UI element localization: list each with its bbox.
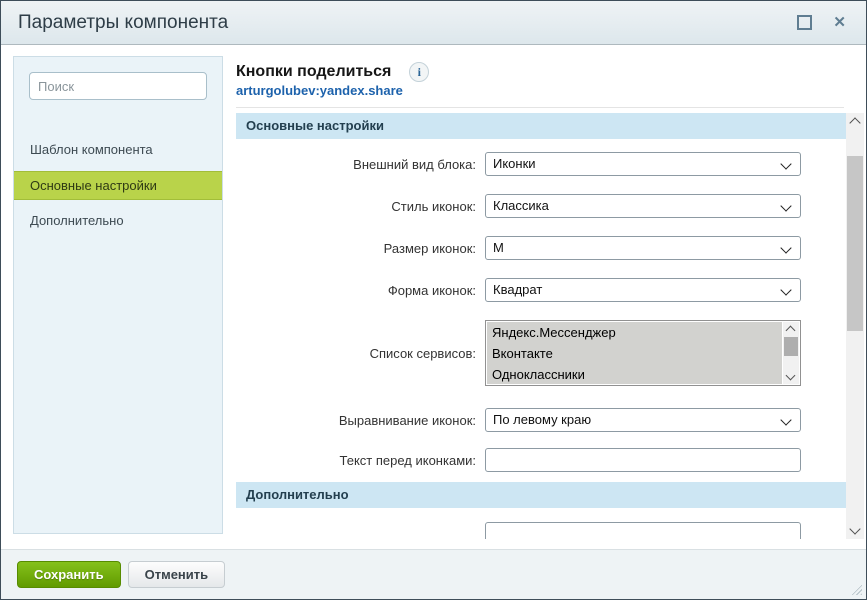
select-value: M	[493, 240, 504, 255]
sidebar-item-label: Основные настройки	[30, 178, 157, 193]
section-header-additional: Дополнительно	[236, 482, 846, 508]
field-label: Текст перед иконками:	[236, 453, 485, 468]
dialog-footer: Сохранить Отменить	[1, 549, 866, 599]
form-row: Стиль иконок: Классика	[236, 194, 846, 218]
sidebar-item-label: Дополнительно	[30, 213, 124, 228]
dialog-content: Шаблон компонента Основные настройки Доп…	[1, 46, 866, 599]
sidebar-item-label: Шаблон компонента	[30, 142, 153, 157]
window-controls: ✕	[797, 15, 846, 30]
maximize-icon[interactable]	[797, 15, 812, 30]
form-row: Список сервисов: Яндекс.Мессенджер Вконт…	[236, 320, 846, 386]
field-label: Форма иконок:	[236, 283, 485, 298]
sidebar-item-main-settings[interactable]: Основные настройки	[14, 171, 222, 200]
scroll-down-icon[interactable]	[786, 371, 796, 381]
scroll-up-icon[interactable]	[786, 326, 796, 336]
info-icon[interactable]: i	[409, 62, 429, 82]
icon-alignment-select[interactable]: По левому краю	[485, 408, 801, 432]
component-parameters-dialog: Параметры компонента ✕ Шаблон компонента…	[0, 0, 867, 600]
dialog-title: Параметры компонента	[18, 12, 228, 34]
page-header: Кнопки поделиться i	[236, 46, 866, 82]
chevron-down-icon	[780, 158, 791, 169]
settings-scrollbar[interactable]	[846, 113, 864, 539]
field-label: Выравнивание иконок:	[236, 413, 485, 428]
scroll-down-icon[interactable]	[849, 523, 860, 534]
chevron-down-icon	[780, 200, 791, 211]
chevron-down-icon	[780, 284, 791, 295]
page-title: Кнопки поделиться	[236, 62, 391, 82]
sidebar: Шаблон компонента Основные настройки Доп…	[13, 56, 223, 534]
sidebar-item-additional[interactable]: Дополнительно	[14, 207, 222, 235]
form-row: Внешний вид блока: Иконки	[236, 152, 846, 176]
form-row: Размер иконок: M	[236, 236, 846, 260]
listbox-scrollbar[interactable]	[783, 322, 799, 384]
save-button[interactable]: Сохранить	[17, 561, 121, 588]
section-header-main: Основные настройки	[236, 113, 846, 139]
icon-style-select[interactable]: Классика	[485, 194, 801, 218]
listbox-option[interactable]: Вконтакте	[487, 343, 782, 364]
field-label: Размер иконок:	[236, 241, 485, 256]
dialog-titlebar: Параметры компонента ✕	[1, 1, 866, 45]
section-title: Основные настройки	[246, 118, 384, 133]
listbox-scroll-thumb[interactable]	[784, 337, 798, 356]
main-panel: Кнопки поделиться i arturgolubev:yandex.…	[236, 46, 866, 599]
sidebar-menu: Шаблон компонента Основные настройки Доп…	[14, 136, 222, 235]
select-value: Квадрат	[493, 282, 542, 297]
search-input[interactable]	[29, 72, 207, 100]
select-value: Иконки	[493, 156, 536, 171]
listbox-option[interactable]: Яндекс.Мессенджер	[487, 322, 782, 343]
listbox-option[interactable]: Одноклассники	[487, 364, 782, 384]
chevron-down-icon	[780, 414, 791, 425]
sidebar-item-template[interactable]: Шаблон компонента	[14, 136, 222, 164]
component-link[interactable]: arturgolubev:yandex.share	[236, 82, 866, 99]
header-divider	[236, 107, 844, 108]
block-appearance-select[interactable]: Иконки	[485, 152, 801, 176]
field-label: Стиль иконок:	[236, 199, 485, 214]
select-value: Классика	[493, 198, 549, 213]
scroll-up-icon[interactable]	[849, 117, 860, 128]
close-icon[interactable]: ✕	[833, 15, 846, 30]
chevron-down-icon	[780, 242, 791, 253]
section-title: Дополнительно	[246, 487, 349, 502]
cancel-button[interactable]: Отменить	[128, 561, 226, 588]
icon-shape-select[interactable]: Квадрат	[485, 278, 801, 302]
cutoff-input[interactable]	[485, 522, 801, 539]
form-row: Форма иконок: Квадрат	[236, 278, 846, 302]
field-label: Внешний вид блока:	[236, 157, 485, 172]
settings-scroll-area: Основные настройки Внешний вид блока: Ик…	[236, 113, 846, 539]
form-row-cutoff	[236, 522, 846, 539]
field-label: Список сервисов:	[236, 346, 485, 361]
icon-size-select[interactable]: M	[485, 236, 801, 260]
form-row: Текст перед иконками:	[236, 448, 846, 472]
text-before-icons-input[interactable]	[485, 448, 801, 472]
form-row: Выравнивание иконок: По левому краю	[236, 408, 846, 432]
settings-scroll-thumb[interactable]	[847, 156, 863, 331]
select-value: По левому краю	[493, 412, 591, 427]
services-listbox[interactable]: Яндекс.Мессенджер Вконтакте Одноклассник…	[485, 320, 801, 386]
listbox-options: Яндекс.Мессенджер Вконтакте Одноклассник…	[487, 322, 782, 384]
